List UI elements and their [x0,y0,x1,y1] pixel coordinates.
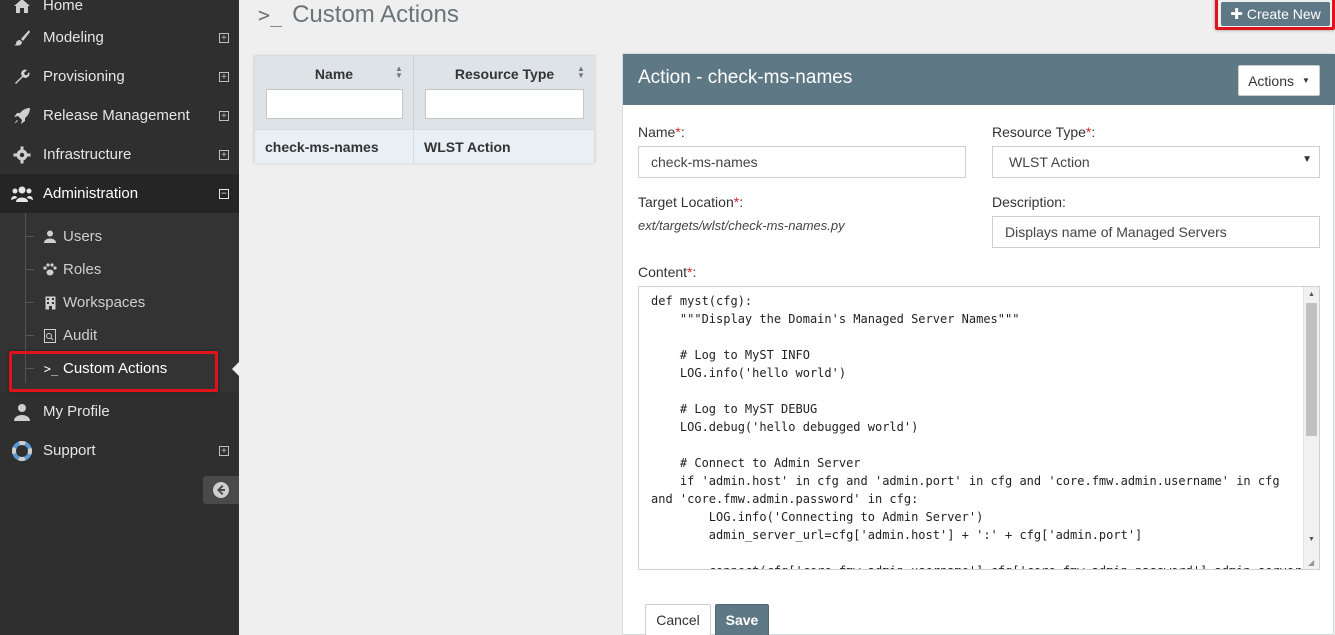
collapse-sidebar-button[interactable] [203,476,239,504]
target-location-label: Target Location*: [638,194,744,210]
building-icon [43,296,57,310]
sidebar-item-custom-actions[interactable]: >_ Custom Actions [0,352,239,385]
rocket-icon [11,105,33,127]
sidebar-item-audit[interactable]: Audit [0,319,239,352]
home-icon [11,0,33,17]
actions-label: Actions [1248,72,1294,89]
sidebar-item-label: Provisioning [43,68,125,85]
cancel-button[interactable]: Cancel [645,604,711,635]
sidebar-item-label: Roles [63,261,102,278]
action-detail-panel: Action - check-ms-names Actions ▼ Name*:… [622,53,1335,635]
arrow-left-circle-icon [213,482,229,498]
scroll-up-icon[interactable]: ▲ [1304,287,1319,302]
sidebar: Home Modeling + Provisioning + Release M… [0,0,239,635]
sidebar-item-label: Administration [43,185,139,202]
sidebar-item-label: My Profile [43,403,110,420]
column-title: Name [314,66,354,82]
select-caret-icon: ▼ [1302,154,1312,165]
expand-icon[interactable]: + [219,32,229,43]
sort-icon[interactable]: ▲ ▼ [577,65,585,80]
caret-down-icon: ▼ [1302,76,1310,85]
collapse-section-icon[interactable]: − [219,188,229,199]
sidebar-item-label: Workspaces [63,294,146,311]
panel-header: Action - check-ms-names Actions ▼ [623,54,1335,105]
sidebar-item-release-management[interactable]: Release Management + [0,96,239,135]
column-header-name[interactable]: Name ▲ ▼ [255,56,414,129]
save-button[interactable]: Save [715,604,769,635]
plus-icon: ✚ [1230,6,1243,23]
resource-type-select[interactable]: WLST Action ▼ [992,146,1320,178]
expand-icon[interactable]: + [219,110,229,121]
sidebar-item-users[interactable]: Users [0,220,239,253]
sidebar-item-label: Support [43,442,96,459]
description-label: Description: [992,194,1066,210]
panel-title: Action - check-ms-names [638,67,853,88]
user-icon [11,401,33,423]
sidebar-item-modeling[interactable]: Modeling + [0,18,239,57]
sidebar-item-label: Release Management [43,107,190,124]
sidebar-item-label: Home [43,0,84,14]
terminal-icon: >_ [258,3,283,27]
active-indicator [232,362,239,376]
sidebar-item-infrastructure[interactable]: Infrastructure + [0,135,239,174]
sidebar-item-my-profile[interactable]: My Profile [0,392,239,431]
page-title: >_ Custom Actions [258,0,459,30]
column-header-resource-type[interactable]: Resource Type ▲ ▼ [414,56,595,129]
users-icon [11,183,33,205]
sidebar-item-label: Infrastructure [43,146,132,163]
scroll-down-icon[interactable]: ▼ [1304,532,1319,547]
content-code[interactable]: def myst(cfg): """Display the Domain's M… [651,292,1319,569]
scroll-thumb[interactable] [1306,303,1317,436]
resource-type-filter-input[interactable] [425,89,584,119]
audit-icon [43,328,57,343]
cell-resource-type[interactable]: WLST Action [414,130,594,164]
sidebar-item-administration[interactable]: Administration − [0,174,239,213]
sidebar-item-provisioning[interactable]: Provisioning + [0,57,239,96]
name-field[interactable]: check-ms-names [638,146,966,178]
resource-type-label: Resource Type*: [992,124,1096,140]
name-filter-input[interactable] [266,89,403,119]
cell-name[interactable]: check-ms-names [255,130,414,164]
sort-icon[interactable]: ▲ ▼ [395,65,403,80]
actions-dropdown-button[interactable]: Actions ▼ [1238,65,1320,96]
content-editor[interactable]: def myst(cfg): """Display the Domain's M… [638,286,1320,570]
gear-icon [11,144,33,166]
sidebar-item-label: Audit [63,327,98,344]
create-new-label: Create New [1246,6,1321,22]
lifebuoy-icon [11,440,33,462]
sidebar-item-workspaces[interactable]: Workspaces [0,286,239,319]
name-label: Name*: [638,124,685,140]
actions-grid: Name ▲ ▼ Resource Type ▲ ▼ check-ms-names … [254,55,595,164]
content-label: Content*: [638,264,697,280]
expand-icon[interactable]: + [219,445,229,456]
column-title: Resource Type [454,66,555,82]
terminal-icon: >_ [43,361,59,376]
sidebar-item-label: Modeling [43,29,104,46]
page-title-text: Custom Actions [292,1,459,28]
resize-grip-icon[interactable]: ◢ [1308,558,1318,568]
expand-icon[interactable]: + [219,71,229,82]
user-icon [43,230,57,244]
paw-icon [43,263,57,277]
wrench-icon [11,66,33,88]
sidebar-item-roles[interactable]: Roles [0,253,239,286]
sidebar-item-support[interactable]: Support + [0,431,239,470]
create-new-button[interactable]: ✚ Create New [1221,2,1330,26]
sidebar-item-label: Users [63,228,103,245]
resource-type-value: WLST Action [1009,154,1090,170]
table-row[interactable]: check-ms-names WLST Action [255,129,594,164]
brush-icon [11,27,33,49]
vertical-scrollbar[interactable]: ▲ ▼ [1303,287,1319,569]
sidebar-item-label: Custom Actions [63,360,168,377]
administration-submenu: Users Roles Workspaces Audit >_ Custom A… [0,213,239,393]
target-location-value: ext/targets/wlst/check-ms-names.py [638,218,845,233]
description-field[interactable]: Displays name of Managed Servers [992,216,1320,248]
expand-icon[interactable]: + [219,149,229,160]
